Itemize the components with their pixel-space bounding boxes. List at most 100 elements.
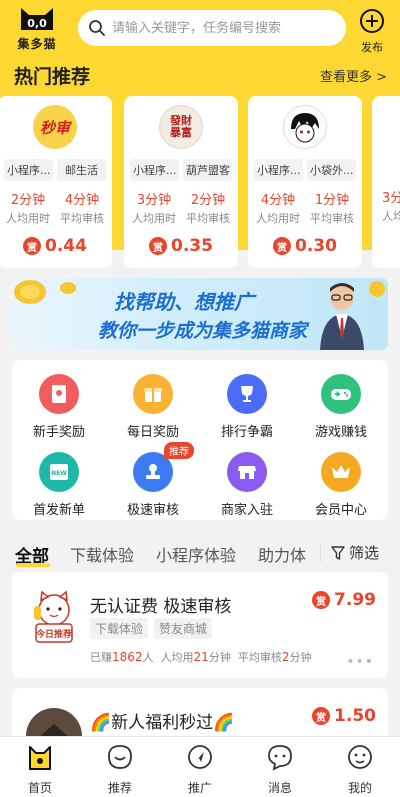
tab-download-experience[interactable]: 下载体验: [70, 542, 134, 566]
task-card[interactable]: 今日推荐 无认证费 极速审核 下载体验 赞友商城 已赚1862人 人均用21分钟…: [12, 572, 388, 678]
tab-mini-program[interactable]: 小程序体验: [156, 542, 236, 566]
reward-icon: 赏: [23, 237, 42, 255]
task-reward: 赏 1.50: [312, 706, 376, 726]
search-input[interactable]: [112, 20, 332, 36]
profile-icon: [348, 745, 372, 769]
publish-label: 发布: [361, 41, 383, 54]
nav-recommend[interactable]: 推荐: [80, 743, 160, 796]
menu-item-label: 商家入驻: [220, 503, 273, 518]
tab-divider: [320, 544, 321, 562]
nav-home[interactable]: 首页: [0, 743, 80, 796]
nav-promote[interactable]: 推广: [160, 743, 240, 796]
home-cat-icon: [29, 746, 51, 770]
tab-boost[interactable]: 助力体: [258, 542, 310, 566]
filter-label: 筛选: [349, 544, 380, 562]
plus-circle-icon: [360, 9, 384, 33]
avg-time-value: 2分钟: [10, 193, 46, 208]
card-tag: 小程序...: [130, 159, 179, 181]
top-header: 0,0 集多猫 发布: [0, 0, 400, 58]
svg-text:NEW: NEW: [51, 470, 67, 477]
gift-icon: [133, 374, 173, 414]
menu-item-first-orders[interactable]: NEW 首发新单: [12, 452, 106, 518]
reward-icon: 赏: [273, 237, 292, 255]
menu-item-label: 排行争霸: [220, 425, 273, 440]
red-envelope-icon: [39, 374, 79, 414]
nav-label: 我的: [347, 781, 372, 795]
hot-cards-carousel[interactable]: 秒审 小程序... 邮生活 2分钟 人均用时 4分钟 平均审核 赏 0.44 發財暴富…: [0, 96, 400, 268]
hot-card[interactable]: 發財暴富 小程序... 葫芦盟客 3分钟 人均用时 2分钟 平均审核 赏 0.35: [124, 96, 238, 268]
more-options-icon[interactable]: •••: [346, 654, 374, 670]
nav-profile[interactable]: 我的: [320, 743, 400, 796]
card-tag: 葫芦盟客: [183, 159, 232, 181]
avg-review-value: 4分钟: [64, 193, 100, 208]
lucky-cat-thumbnail-icon: [34, 590, 73, 643]
thumbnail-caption: 今日推荐: [35, 630, 72, 640]
coin-icon: [369, 281, 385, 297]
avg-review-label: 平均审核: [310, 212, 354, 225]
menu-item-label: 游戏赚钱: [314, 425, 367, 440]
menu-item-leaderboard[interactable]: 排行争霸: [200, 374, 294, 440]
hot-section-title: 热门推荐: [14, 66, 91, 88]
avg-review-label: 平均审核: [186, 212, 230, 225]
nav-label: 首页: [27, 781, 52, 795]
svg-text:0,0: 0,0: [27, 17, 47, 30]
search-bar[interactable]: [78, 10, 346, 46]
task-stats: 已赚1862人 人均用21分钟 平均审核2分钟: [90, 649, 311, 665]
menu-item-fast-review[interactable]: 推荐 极速审核: [106, 442, 200, 518]
bottom-navigation: 首页 推荐 推广 消息 我的: [0, 736, 400, 797]
anime-avatar-icon: [291, 113, 319, 143]
card-avatar: [283, 105, 327, 149]
filter-button[interactable]: 筛选: [330, 542, 379, 563]
task-tag: 下载体验: [90, 618, 149, 639]
businessman-illustration-icon: [320, 283, 364, 350]
hot-card[interactable]: 小程序... 小袋外... 4分钟 人均用时 1分钟 平均审核 赏 0.30: [248, 96, 362, 268]
menu-item-daily-reward[interactable]: 每日奖励: [106, 374, 200, 440]
reward-value: 0.30: [295, 236, 337, 256]
hot-card[interactable]: 3分 人均: [372, 96, 400, 268]
earned-label: 已赚: [90, 651, 112, 664]
search-icon: [89, 20, 105, 36]
hot-card[interactable]: 秒审 小程序... 邮生活 2分钟 人均用时 4分钟 平均审核 赏 0.44: [0, 96, 112, 268]
banner-subline: 教你一步成为集多猫商家: [98, 320, 308, 342]
see-more-link[interactable]: 查看更多 >: [320, 66, 387, 85]
card-avatar: 發財暴富: [159, 105, 203, 149]
earned-count: 1862: [112, 650, 143, 664]
card-avatar: 秒审: [33, 105, 77, 149]
app-logo[interactable]: 0,0 集多猫: [12, 6, 62, 51]
card-tag: 小程序...: [254, 159, 303, 181]
reward-value: 7.99: [334, 590, 376, 610]
nav-messages[interactable]: 消息: [240, 743, 320, 796]
merchant-promo-banner[interactable]: 找帮助、想推广 教你一步成为集多猫商家: [12, 278, 388, 350]
avatar-text: 發財暴富: [170, 114, 192, 139]
category-tabs: 全部 下载体验 小程序体验 助力体 筛选: [0, 530, 400, 570]
nav-label: 消息: [267, 781, 292, 795]
reward-value: 0.35: [171, 236, 213, 256]
new-icon: NEW: [39, 452, 79, 492]
nav-label: 推荐: [107, 781, 132, 795]
avg-time-label: 人均用时: [256, 212, 300, 225]
menu-item-merchant-join[interactable]: 商家入驻: [200, 452, 294, 518]
menu-item-vip-center[interactable]: 会员中心: [294, 452, 388, 518]
nav-label: 推广: [187, 781, 212, 795]
menu-item-game-earn[interactable]: 游戏赚钱: [294, 374, 388, 440]
avg-review-value: 2分钟: [190, 193, 226, 208]
menu-item-newbie-reward[interactable]: 新手奖励: [12, 374, 106, 440]
trophy-icon: [227, 374, 267, 414]
message-icon: [268, 745, 292, 771]
avg-time-value: 3分钟: [136, 193, 172, 208]
avg-review-label: 平均审核: [60, 212, 104, 225]
task-tag: 赞友商城: [154, 618, 213, 639]
menu-item-label: 首发新单: [32, 503, 85, 518]
reward-value: 0.44: [45, 236, 87, 256]
publish-button[interactable]: 发布: [354, 8, 390, 55]
earned-unit: 人: [142, 651, 154, 664]
card-tag: 小程序...: [4, 159, 53, 181]
feature-menu-grid: 新手奖励 每日奖励 排行争霸 游戏赚钱 NEW 首发新单 推荐 极速审核 商家入…: [12, 360, 388, 520]
avg-time-label: 人均用时: [132, 212, 176, 225]
avg-time-value: 21: [193, 650, 209, 664]
avg-time-unit: 分钟: [208, 651, 231, 664]
recommend-icon: [108, 745, 132, 769]
menu-item-label: 会员中心: [314, 503, 367, 518]
promote-icon: [188, 745, 212, 769]
card-tag: 邮生活: [57, 159, 106, 181]
